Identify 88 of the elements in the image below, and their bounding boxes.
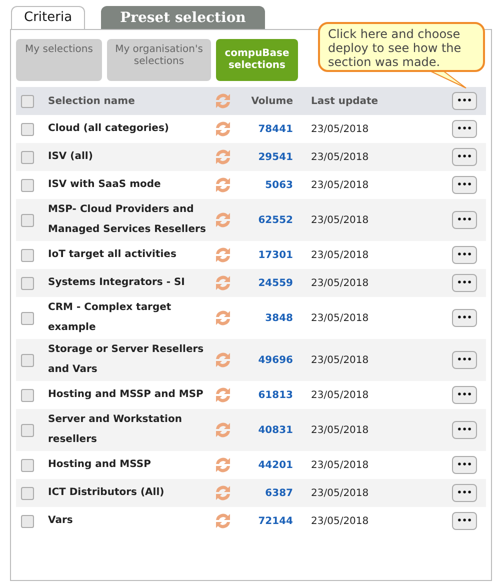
volume-link[interactable]: 72144 xyxy=(258,514,293,528)
update-date: 23/05/2018 xyxy=(310,178,370,192)
update-date: 23/05/2018 xyxy=(310,150,370,164)
refresh-icon[interactable] xyxy=(213,308,233,328)
selection-name: Storage or Server Resellers and Vars xyxy=(48,343,205,377)
selection-name: Hosting and MSSP xyxy=(48,458,152,472)
update-date: 23/05/2018 xyxy=(310,248,370,262)
update-date: 23/05/2018 xyxy=(310,458,370,472)
refresh-icon[interactable] xyxy=(213,91,233,111)
checkbox[interactable] xyxy=(21,150,34,164)
more-button[interactable]: ••• xyxy=(452,351,477,369)
update-date: 23/05/2018 xyxy=(310,424,370,438)
volume-link[interactable]: 5063 xyxy=(265,178,293,192)
more-button[interactable]: ••• xyxy=(452,386,477,404)
more-button[interactable]: ••• xyxy=(452,274,477,292)
checkbox[interactable] xyxy=(21,424,34,436)
refresh-icon[interactable] xyxy=(213,511,233,531)
refresh-icon[interactable] xyxy=(213,420,233,440)
selection-name: Hosting and MSSP and MSP xyxy=(48,388,204,402)
tab[interactable]: Criteria xyxy=(11,6,86,29)
refresh-icon[interactable] xyxy=(213,245,233,265)
checkbox[interactable] xyxy=(21,276,34,290)
more-button[interactable]: ••• xyxy=(452,512,477,530)
selection-name: Vars xyxy=(48,514,74,528)
checkbox[interactable] xyxy=(21,354,34,366)
more-button[interactable]: ••• xyxy=(452,211,477,229)
update-date: 23/05/2018 xyxy=(310,486,370,500)
more-button[interactable]: ••• xyxy=(452,92,477,110)
update-date: 23/05/2018 xyxy=(310,214,370,228)
checkbox[interactable] xyxy=(21,486,34,500)
refresh-icon[interactable] xyxy=(213,385,233,405)
selection-name: ISV (all) xyxy=(48,150,94,164)
volume-link[interactable]: 24559 xyxy=(258,276,293,290)
update-date: 23/05/2018 xyxy=(310,388,370,402)
more-button[interactable]: ••• xyxy=(452,456,477,474)
refresh-icon[interactable] xyxy=(213,483,233,503)
volume-link[interactable]: 44201 xyxy=(258,458,293,472)
checkbox[interactable] xyxy=(21,388,34,402)
more-button[interactable]: ••• xyxy=(452,148,477,166)
column-header: Selection name xyxy=(48,94,136,108)
checkbox[interactable] xyxy=(21,94,34,108)
more-button[interactable]: ••• xyxy=(452,120,477,138)
update-date: 23/05/2018 xyxy=(310,514,370,528)
volume-link[interactable]: 29541 xyxy=(258,150,293,164)
checkbox[interactable] xyxy=(21,214,34,226)
selection-name: MSP- Cloud Providers and Managed Services Resellers xyxy=(48,203,207,237)
checkbox[interactable] xyxy=(21,178,34,192)
checkbox[interactable] xyxy=(21,248,34,262)
selection-name: Systems Integrators - SI xyxy=(48,276,186,290)
volume-link[interactable]: 3848 xyxy=(265,310,293,326)
volume-link[interactable]: 17301 xyxy=(258,248,293,262)
column-header: Last update xyxy=(310,94,380,108)
refresh-icon[interactable] xyxy=(213,119,233,139)
refresh-icon[interactable] xyxy=(213,147,233,167)
update-date: 23/05/2018 xyxy=(310,312,370,326)
selection-name: Cloud (all categories) xyxy=(48,122,170,136)
refresh-icon[interactable] xyxy=(213,175,233,195)
more-button[interactable]: ••• xyxy=(452,309,477,327)
more-button[interactable]: ••• xyxy=(452,176,477,194)
refresh-icon[interactable] xyxy=(213,210,233,230)
update-date: 23/05/2018 xyxy=(310,122,370,136)
volume-link[interactable]: 78441 xyxy=(258,122,293,136)
selection-name: CRM - Complex target example xyxy=(48,301,172,335)
selection-name: ICT Distributors (All) xyxy=(48,486,166,500)
selection-source-button[interactable]: My organisation's selections xyxy=(107,39,211,81)
volume-link[interactable]: 49696 xyxy=(258,352,293,368)
selection-name: ISV with SaaS mode xyxy=(48,178,162,192)
update-date: 23/05/2018 xyxy=(310,354,370,368)
more-button[interactable]: ••• xyxy=(452,484,477,502)
more-button[interactable]: ••• xyxy=(452,246,477,264)
checkbox[interactable] xyxy=(21,122,34,136)
volume-link[interactable]: 61813 xyxy=(258,388,293,402)
more-button[interactable]: ••• xyxy=(452,421,477,439)
selection-source-button[interactable]: My selections xyxy=(16,39,102,81)
refresh-icon[interactable] xyxy=(213,273,233,293)
update-date: 23/05/2018 xyxy=(310,276,370,290)
refresh-icon[interactable] xyxy=(213,455,233,475)
selection-name: Server and Workstation resellers xyxy=(48,413,183,447)
selection-name: IoT target all activities xyxy=(48,248,178,262)
volume-link[interactable]: 40831 xyxy=(258,422,293,438)
checkbox[interactable] xyxy=(21,458,34,472)
column-header: Volume xyxy=(251,94,293,108)
checkbox[interactable] xyxy=(21,312,34,324)
refresh-icon[interactable] xyxy=(213,350,233,370)
tab[interactable]: Preset selection xyxy=(101,6,265,29)
volume-link[interactable]: 62552 xyxy=(258,212,293,228)
checkbox[interactable] xyxy=(21,514,34,528)
volume-link[interactable]: 6387 xyxy=(265,486,293,500)
